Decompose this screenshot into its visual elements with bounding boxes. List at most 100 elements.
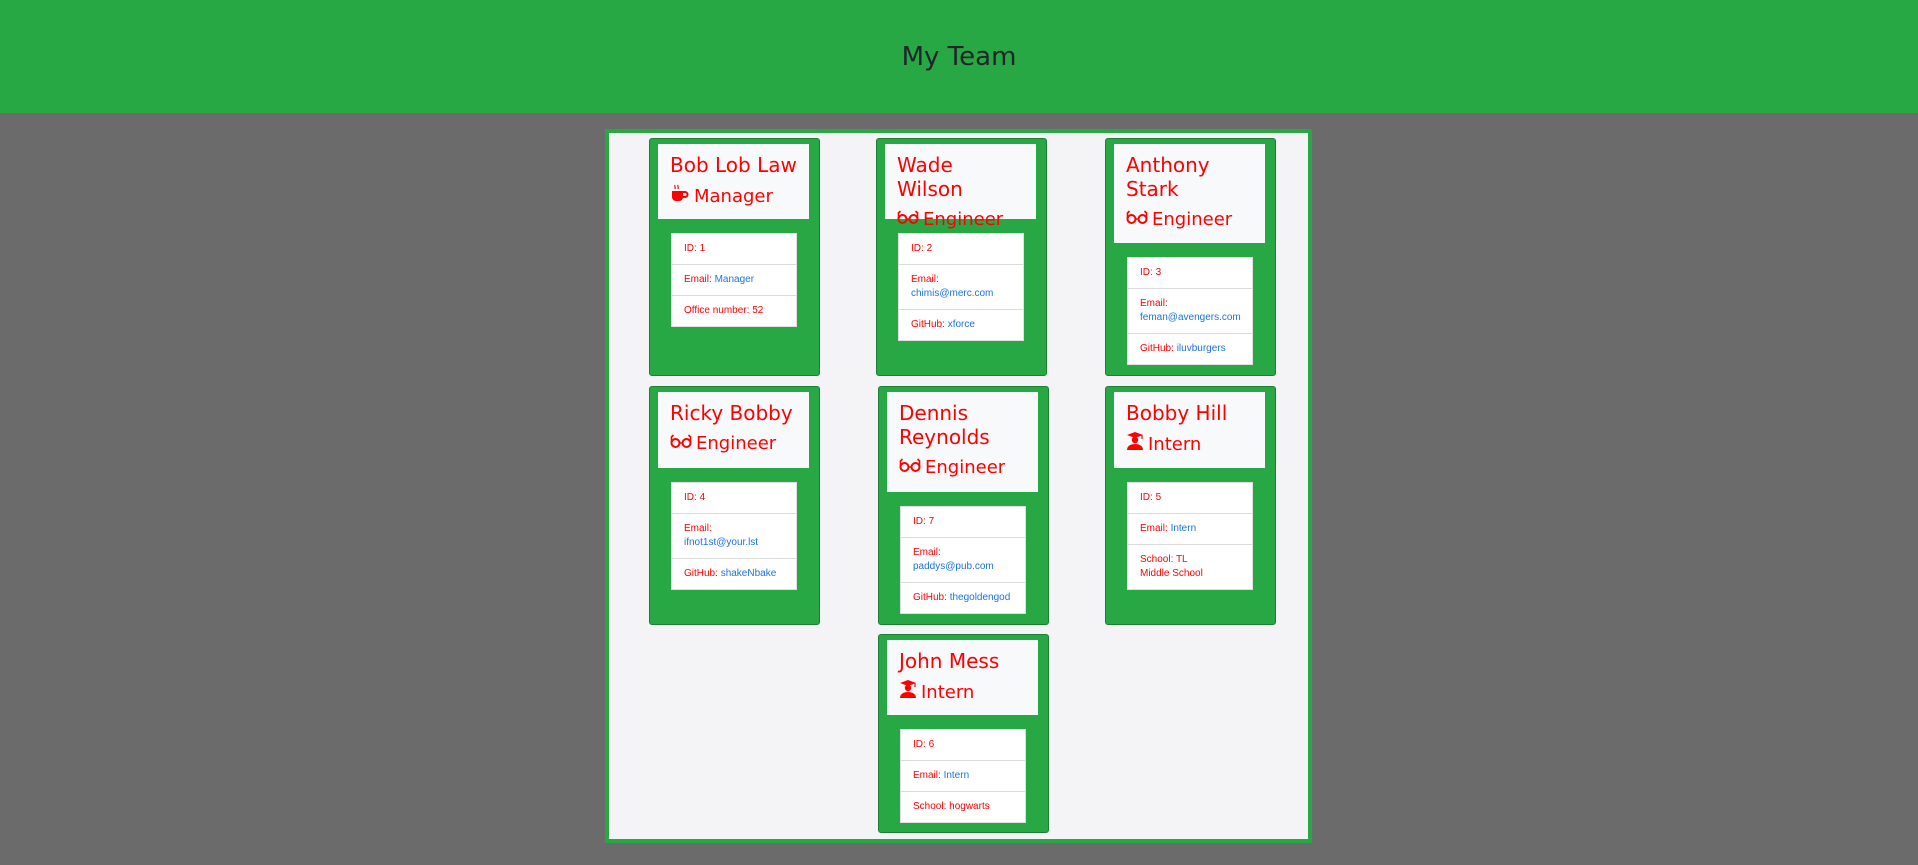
page-header: My Team	[0, 0, 1918, 113]
office-value: 52	[752, 305, 764, 316]
github-link[interactable]: thegoldengod	[950, 592, 1011, 603]
member-details: ID: 6 Email: Intern School: hogwarts	[900, 729, 1026, 823]
card-header: Bob Lob Law Manager	[658, 144, 809, 219]
email-link[interactable]: feman@avengers.com	[1140, 312, 1241, 323]
member-role: Engineer	[670, 432, 797, 456]
email-link[interactable]: Manager	[715, 274, 754, 285]
glasses-icon	[1126, 208, 1152, 232]
member-role: Intern	[1126, 432, 1253, 457]
id-label: ID:	[1140, 267, 1156, 278]
email-link[interactable]: chimis@merc.com	[911, 288, 993, 299]
member-name: Wade Wilson	[897, 153, 963, 201]
detail-github: GitHub: xforce	[899, 310, 1023, 340]
id-value: 1	[699, 243, 706, 254]
github-link[interactable]: shakeNbake	[721, 568, 777, 579]
detail-id: ID: 1	[672, 234, 796, 265]
id-label: ID:	[911, 243, 927, 254]
detail-school: School: hogwarts	[901, 792, 1025, 822]
detail-github: GitHub: shakeNbake	[672, 559, 796, 589]
detail-email: Email: Intern	[901, 761, 1025, 792]
card-header: Wade Wilson Engineer	[885, 144, 1036, 230]
id-value: 7	[928, 516, 935, 527]
detail-id: ID: 2	[899, 234, 1023, 265]
card-header: Ricky Bobby Engineer	[658, 392, 809, 468]
detail-id: ID: 3	[1128, 258, 1252, 289]
email-label: Email:	[911, 274, 939, 285]
id-value: 5	[1155, 492, 1162, 503]
id-label: ID:	[913, 516, 929, 527]
member-details: ID: 3 Email: feman@avengers.com GitHub: …	[1127, 257, 1253, 365]
member-card: John Mess Intern ID: 6 Email: Intern Sch…	[878, 634, 1049, 833]
member-card: Bob Lob Law Manager ID: 1 Email: Manager…	[649, 138, 820, 376]
team-container: Bob Lob Law Manager ID: 1 Email: Manager…	[605, 129, 1312, 843]
detail-office: Office number: 52	[672, 296, 796, 326]
member-details: ID: 4 Email: ifnot1st@your.lst GitHub: s…	[671, 482, 797, 590]
card-header: Anthony Stark Engineer	[1114, 144, 1265, 243]
github-label: GitHub:	[684, 568, 721, 579]
glasses-icon	[670, 432, 696, 456]
email-link[interactable]: paddys@pub.com	[913, 561, 994, 572]
graduate-icon	[899, 680, 921, 705]
member-role: Engineer	[897, 208, 1024, 232]
id-label: ID:	[684, 492, 700, 503]
detail-id: ID: 5	[1128, 483, 1252, 514]
member-role: Engineer	[1126, 208, 1253, 232]
member-name: Bobby Hill	[1126, 401, 1228, 425]
role-label: Engineer	[696, 433, 777, 454]
github-label: GitHub:	[911, 319, 948, 330]
member-card: Bobby Hill Intern ID: 5 Email: Intern Sc…	[1105, 386, 1276, 625]
email-label: Email:	[913, 547, 941, 558]
role-label: Manager	[694, 185, 773, 207]
detail-email: Email: Manager	[672, 265, 796, 296]
id-label: ID:	[1140, 492, 1156, 503]
github-link[interactable]: iluvburgers	[1177, 343, 1226, 354]
detail-email: Email: feman@avengers.com	[1128, 289, 1252, 334]
id-value: 3	[1155, 267, 1162, 278]
github-label: GitHub:	[913, 592, 950, 603]
member-name: Dennis Reynolds	[899, 401, 990, 449]
school-label: School:	[1140, 554, 1176, 565]
role-label: Intern	[1148, 433, 1202, 455]
member-role: Intern	[899, 680, 1026, 705]
member-card: Ricky Bobby Engineer ID: 4 Email: ifnot1…	[649, 386, 820, 625]
github-link[interactable]: xforce	[948, 319, 975, 330]
id-label: ID:	[913, 739, 929, 750]
member-details: ID: 7 Email: paddys@pub.com GitHub: theg…	[900, 506, 1026, 614]
page-title: My Team	[901, 41, 1017, 72]
id-label: ID:	[684, 243, 700, 254]
card-header: Dennis Reynolds Engineer	[887, 392, 1038, 492]
glasses-icon	[897, 208, 923, 232]
email-link[interactable]: Intern	[1171, 523, 1197, 534]
detail-id: ID: 6	[901, 730, 1025, 761]
role-label: Engineer	[923, 209, 1004, 230]
member-name: John Mess	[899, 649, 1000, 673]
role-label: Engineer	[1152, 209, 1233, 230]
detail-school: School: TL Middle School	[1128, 545, 1222, 589]
email-label: Email:	[1140, 298, 1168, 309]
detail-github: GitHub: thegoldengod	[901, 583, 1025, 613]
detail-id: ID: 7	[901, 507, 1025, 538]
glasses-icon	[899, 456, 925, 480]
email-label: Email:	[684, 274, 715, 285]
member-details: ID: 5 Email: Intern School: TL Middle Sc…	[1127, 482, 1253, 590]
id-value: 6	[928, 739, 935, 750]
member-role: Engineer	[899, 456, 1026, 480]
graduate-icon	[1126, 432, 1148, 457]
member-role: Manager	[670, 184, 797, 209]
role-label: Engineer	[925, 457, 1006, 478]
detail-email: Email: chimis@merc.com	[899, 265, 1023, 310]
email-link[interactable]: Intern	[944, 770, 970, 781]
member-details: ID: 1 Email: Manager Office number: 52	[671, 233, 797, 327]
card-header: John Mess Intern	[887, 640, 1038, 715]
member-card: Anthony Stark Engineer ID: 3 Email: fema…	[1105, 138, 1276, 376]
member-name: Ricky Bobby	[670, 401, 793, 425]
office-label: Office number:	[684, 305, 753, 316]
email-label: Email:	[684, 523, 712, 534]
member-name: Bob Lob Law	[670, 153, 797, 177]
member-name: Anthony Stark	[1126, 153, 1210, 201]
coffee-icon	[670, 184, 694, 209]
id-value: 4	[699, 492, 706, 503]
member-card: Wade Wilson Engineer ID: 2 Email: chimis…	[876, 138, 1047, 376]
detail-github: GitHub: iluvburgers	[1128, 334, 1252, 364]
email-link[interactable]: ifnot1st@your.lst	[684, 537, 758, 548]
